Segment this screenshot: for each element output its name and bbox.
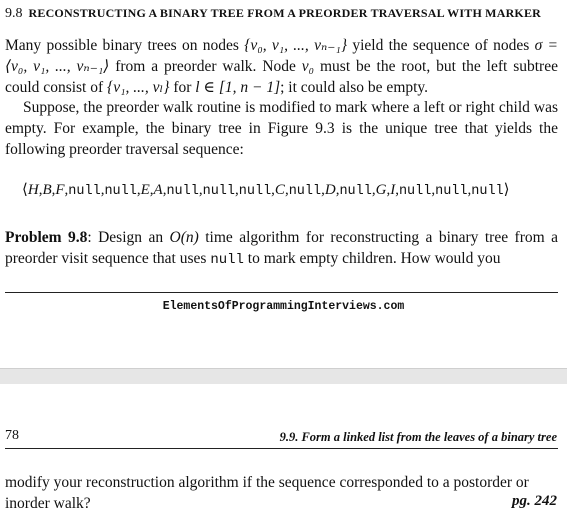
text-span: to mark empty children. How would you (243, 249, 501, 267)
sequence-token: B (42, 182, 52, 198)
running-head: 9.9. Form a linked list from the leaves … (279, 430, 557, 444)
math-nodes-set: {v₀, v₁, ..., vₙ₋₁} (244, 37, 348, 54)
header-rule (5, 448, 558, 449)
sequence-token: D (324, 182, 336, 198)
sequence-token: null (68, 184, 101, 199)
text-span: ; it could also be empty. (280, 78, 429, 96)
preorder-sequence: ⟨H,B,F,null,null,E,A,null,null,null,C,nu… (22, 180, 510, 199)
page-reference: pg. 242 (512, 493, 557, 509)
problem-label: Problem 9.8 (5, 229, 88, 246)
sequence-token: H (27, 182, 39, 198)
sequence-token: null (398, 184, 432, 199)
section-number: 9.8 (5, 6, 23, 21)
example-paragraph: Suppose, the preorder walk routine is mo… (5, 99, 558, 158)
sequence-token: C (274, 182, 285, 198)
sequence-token: null (471, 184, 504, 199)
text-span: : Design an (87, 229, 170, 246)
sequence-token: G (375, 182, 387, 198)
sequence-token: ⟩ (503, 182, 510, 198)
book-page-bottom: 78 9.9. Form a linked list from the leav… (0, 384, 567, 515)
sequence-token: null (288, 184, 322, 199)
page-number: 78 (5, 428, 19, 443)
intro-paragraph: Many possible binary trees on nodes {v₀,… (5, 36, 558, 98)
sequence-token: null (202, 184, 236, 199)
sequence-token: F (55, 182, 65, 198)
sequence-token: null (339, 184, 372, 199)
section-title: Reconstructing a binary tree from a preo… (28, 6, 542, 20)
continued-text: modify your reconstruction algorithm if … (5, 474, 529, 512)
math-complexity: O(n) (169, 229, 199, 246)
text-span: Many possible binary trees on nodes (5, 37, 245, 54)
sequence-token: null (104, 184, 137, 199)
section-heading: 9.8 Reconstructing a binary tree from a p… (5, 6, 541, 22)
text-span: yield the sequence of nodes (347, 37, 535, 54)
text-span: for (169, 78, 196, 96)
page-footer: ElementsOfProgrammingInterviews.com (162, 300, 405, 313)
math-subset: {v₁, ..., vₗ} (107, 78, 170, 96)
sequence-token: null (238, 184, 272, 199)
sequence-token: null (435, 184, 468, 199)
code-null: null (210, 251, 244, 268)
book-page-top: 9.8 Reconstructing a binary tree from a p… (0, 0, 567, 368)
text-span: from a preorder walk. Node (109, 57, 302, 75)
sequence-token: A (153, 182, 163, 198)
math-v0: v₀ (301, 57, 315, 75)
footer-rule (5, 292, 558, 293)
math-range: l ∈ [1, n − 1] (195, 78, 281, 96)
sequence-token: E (140, 182, 150, 198)
sequence-token: null (166, 184, 199, 199)
problem-statement: Problem 9.8: Design an O(n) time algorit… (5, 228, 558, 271)
